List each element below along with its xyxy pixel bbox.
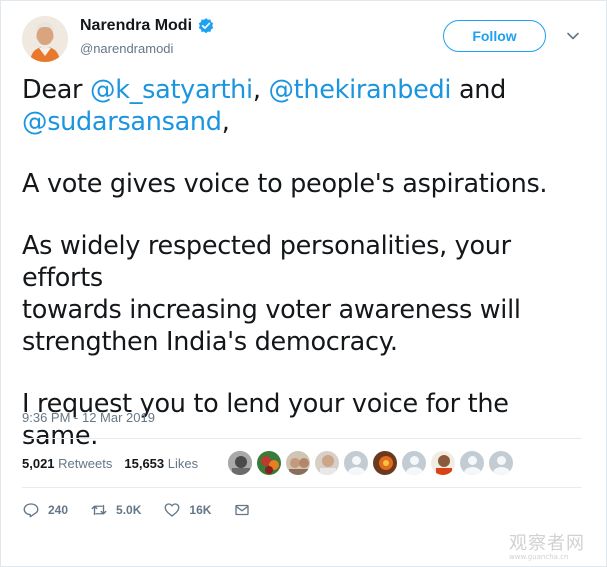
- tweet-paragraph-1: Dear @k_satyarthi, @thekiranbedi and @sud…: [22, 74, 592, 138]
- retweets-label: Retweets: [58, 456, 113, 471]
- liker-avatar[interactable]: [227, 450, 253, 476]
- retweet-icon: [91, 504, 107, 516]
- author-handle[interactable]: @narendramodi: [80, 41, 173, 56]
- text-span: ,: [221, 107, 230, 137]
- heart-icon: [164, 503, 180, 517]
- retweet-count: 5.0K: [116, 503, 142, 517]
- text-span: Dear: [22, 75, 91, 105]
- direct-message-button[interactable]: [233, 501, 251, 519]
- likes-stat[interactable]: 15,653 Likes: [124, 456, 198, 471]
- like-count: 16K: [189, 503, 212, 517]
- watermark-text: 观察者网: [509, 533, 585, 554]
- mention-link[interactable]: @k_satyarthi: [90, 75, 253, 105]
- tweet-timestamp[interactable]: 9:36 PM - 12 Mar 2019: [22, 410, 155, 425]
- author-avatar[interactable]: [22, 16, 68, 62]
- watermark-url: www.guancha.cn: [509, 553, 569, 561]
- divider: [22, 487, 582, 488]
- verified-badge-icon: [198, 18, 214, 34]
- liker-avatar[interactable]: [430, 450, 456, 476]
- tweet-paragraph-2: A vote gives voice to people's aspiratio…: [22, 169, 548, 199]
- reply-icon: [23, 503, 39, 518]
- tweet-paragraph-3: As widely respected personalities, your …: [22, 230, 592, 358]
- liker-avatar[interactable]: [372, 450, 398, 476]
- text-span: and: [451, 75, 507, 105]
- liker-avatar[interactable]: [285, 450, 311, 476]
- mention-link[interactable]: @sudarsansand: [22, 107, 222, 137]
- likes-label: Likes: [167, 456, 199, 471]
- liker-avatar-default[interactable]: [401, 450, 427, 476]
- divider: [22, 438, 582, 439]
- avatar-image: [22, 16, 68, 62]
- liker-avatar-default[interactable]: [459, 450, 485, 476]
- follow-button[interactable]: Follow: [443, 20, 546, 52]
- author-name-text: Narendra Modi: [80, 17, 193, 34]
- likers-avatars: [227, 450, 514, 476]
- retweet-button[interactable]: 5.0K: [90, 501, 141, 519]
- reply-button[interactable]: 240: [22, 501, 68, 519]
- like-button[interactable]: 16K: [163, 501, 211, 519]
- reply-count: 240: [48, 503, 69, 517]
- text-line: strengthen India's democracy.: [22, 327, 398, 357]
- liker-avatar[interactable]: [314, 450, 340, 476]
- liker-avatar-default[interactable]: [343, 450, 369, 476]
- tweet-card: Narendra Modi @narendramodi Follow Dear …: [0, 0, 607, 567]
- author-name[interactable]: Narendra Modi: [80, 17, 215, 35]
- chevron-down-icon[interactable]: [566, 29, 580, 43]
- tweet-actions: 240 5.0K 16K: [22, 501, 273, 519]
- liker-avatar-default[interactable]: [488, 450, 514, 476]
- envelope-icon: [235, 504, 250, 516]
- likes-count: 15,653: [124, 456, 165, 471]
- watermark-logo: 观察者网 www.guancha.cn: [509, 529, 585, 561]
- text-span: ,: [252, 75, 269, 105]
- mention-link[interactable]: @thekiranbedi: [268, 75, 451, 105]
- tweet-stats: 5,021 Retweets 15,653 Likes: [22, 456, 198, 471]
- retweets-stat[interactable]: 5,021 Retweets: [22, 456, 112, 471]
- text-line: towards increasing voter awareness will: [22, 295, 521, 325]
- retweets-count: 5,021: [22, 456, 55, 471]
- text-line: As widely respected personalities, your …: [22, 231, 511, 293]
- tweet-text: Dear @k_satyarthi, @thekiranbedi and @sud…: [22, 74, 592, 452]
- liker-avatar[interactable]: [256, 450, 282, 476]
